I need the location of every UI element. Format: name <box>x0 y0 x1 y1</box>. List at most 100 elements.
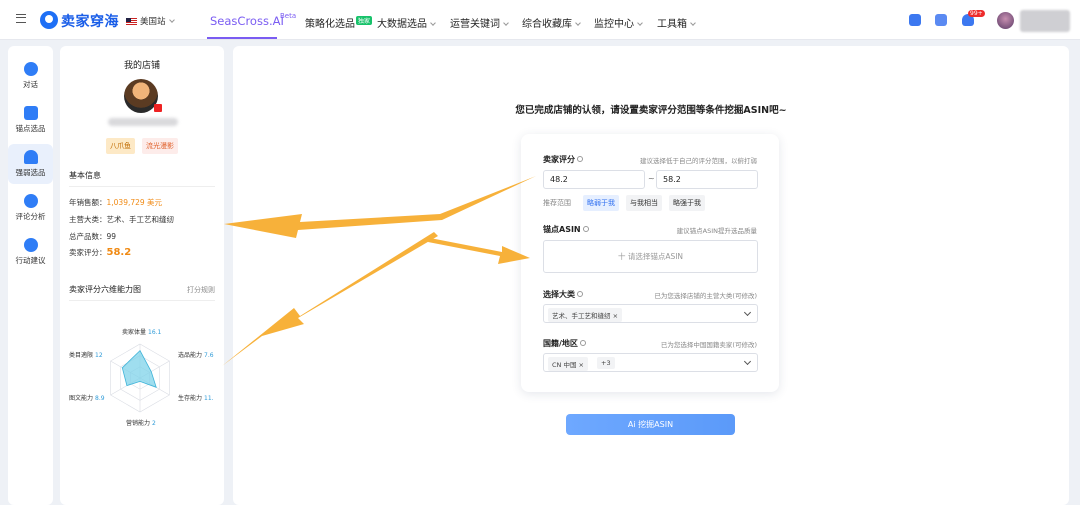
main-title: 您已完成店铺的认领，请设置卖家评分范围等条件挖掘ASIN吧~ <box>515 105 787 116</box>
nav-seascross-ai[interactable]: SeasCross.AI <box>210 14 284 28</box>
info-icon <box>582 226 589 232</box>
radar-axis-label: 生存能力 11. <box>178 395 214 402</box>
annual-sales: 年销售额：1,039,729 美元 <box>69 197 162 208</box>
nav-label: 监控中心 <box>594 19 634 30</box>
region-selector[interactable]: 美国站 <box>126 15 175 27</box>
anchor-icon <box>23 106 38 120</box>
divider <box>69 186 215 187</box>
notification-count-badge: 99+ <box>968 10 985 17</box>
score-max-input[interactable]: 58.2 <box>656 170 758 189</box>
store-name-blurred <box>108 118 178 126</box>
rail-label: 强弱选品 <box>15 168 46 177</box>
rail-item-comment-analysis[interactable]: 评论分析 <box>8 194 53 222</box>
nav-label: 运营关键词 <box>450 19 500 30</box>
logo-text[interactable]: 卖家穿海 <box>61 11 119 31</box>
rail-label: 对话 <box>23 80 38 89</box>
chevron-down-icon <box>168 17 175 23</box>
book-icon[interactable] <box>935 14 947 26</box>
seller-score-label: 卖家评分 <box>543 154 583 165</box>
radar-axis-label: 图文能力 8.9 <box>69 395 105 402</box>
nav-label: 策略化选品 <box>305 19 355 30</box>
nav-strategy-selection[interactable]: 策略化选品 独家 <box>305 15 373 30</box>
select-anchor-asin-button[interactable]: 十 请选择锚点ASIN <box>543 240 758 273</box>
nationality-chip[interactable]: CN 中国 × <box>548 357 588 371</box>
beta-badge: Beta <box>280 12 297 20</box>
more-chip: +3 <box>597 357 615 369</box>
store-title: 我的店铺 <box>123 61 160 71</box>
seller-score: 卖家评分：58.2 <box>69 247 131 258</box>
total-products: 总产品数：99 <box>69 232 117 241</box>
rail-item-anchor[interactable]: 锚点选品 <box>8 106 53 134</box>
nav-label: 大数据选品 <box>377 19 427 30</box>
option-weaker[interactable]: 略弱于我 <box>583 195 619 211</box>
radar-axis-label: 卖家体量 16.1 <box>122 329 162 336</box>
rail-item-strength[interactable]: 强弱选品 <box>8 144 53 184</box>
chevron-down-icon <box>503 20 509 26</box>
scoring-rules-link[interactable]: 打分规则 <box>187 285 215 295</box>
option-stronger[interactable]: 略强于我 <box>669 195 705 211</box>
radar-axis-label: 选品能力 7.6 <box>178 352 214 359</box>
logo-icon[interactable] <box>40 11 58 29</box>
nav-label: 工具箱 <box>657 19 687 30</box>
category-select[interactable]: 艺术、手工艺和缝纫 × <box>543 304 758 323</box>
annual-sales-label: 年销售额： <box>69 198 107 207</box>
action-icon <box>23 238 38 252</box>
chat-icon <box>23 62 38 76</box>
exclusive-badge: 独家 <box>356 16 373 25</box>
radar-chart: 卖家体量 16.1 选品能力 7.6 生存能力 11. 营销能力 2 图文能力 8.9 类… <box>60 316 224 427</box>
store-avatar <box>124 79 162 113</box>
rail-label: 评论分析 <box>15 212 46 221</box>
my-store-panel: 我的店铺 八爪鱼 流光漫影 基本信息 年销售额：1,039,729 美元 主营大… <box>60 46 224 505</box>
seller-score-hint: 建议选择低于自己的评分范围，以俯打弱 <box>640 157 757 165</box>
radar-axis-label: 类目適限 12 <box>69 352 103 359</box>
recommend-range-label: 推荐范围 <box>543 199 571 207</box>
top-bar: 卖家穿海 美国站 SeasCross.AI Beta 策略化选品 独家 大数据选品… <box>0 0 1080 40</box>
range-separator: ~ <box>648 174 655 183</box>
nav-big-data-selection[interactable]: 大数据选品 <box>377 15 436 30</box>
left-rail: 对话 锚点选品 强弱选品 评论分析 行动建议 <box>8 46 53 505</box>
divider <box>69 300 215 301</box>
category-chip[interactable]: 艺术、手工艺和缝纫 × <box>548 308 623 322</box>
annual-sales-value: 1,039,729 美元 <box>106 198 163 207</box>
nationality-select[interactable]: CN 中国 × +3 <box>543 353 758 372</box>
mine-asin-button[interactable]: Ai 挖掘ASIN <box>566 414 735 435</box>
user-avatar[interactable] <box>997 12 1014 29</box>
main-category: 主营大类：艺术、手工艺和缝纫 <box>69 215 174 224</box>
document-icon[interactable] <box>909 14 921 26</box>
seller-score-value: 58.2 <box>106 247 132 258</box>
nav-favorites[interactable]: 综合收藏库 <box>522 15 581 30</box>
chevron-down-icon <box>743 357 752 366</box>
nationality-label: 国籍/地区 <box>543 338 586 349</box>
menu-icon[interactable] <box>16 14 26 23</box>
comment-analysis-icon <box>23 194 38 208</box>
chevron-down-icon <box>430 20 436 26</box>
radar-axis-label: 营销能力 2 <box>126 420 156 427</box>
nationality-hint: 已为您选择中国国籍卖家(可修改) <box>660 341 757 349</box>
nav-label: 综合收藏库 <box>522 19 572 30</box>
nav-label: SeasCross.AI <box>210 14 284 28</box>
user-compare-icon <box>23 150 38 164</box>
option-equal[interactable]: 与我相当 <box>626 195 662 211</box>
rail-item-action[interactable]: 行动建议 <box>8 238 53 266</box>
nav-monitor[interactable]: 监控中心 <box>594 15 643 30</box>
info-icon <box>579 340 586 346</box>
rail-item-chat[interactable]: 对话 <box>8 62 53 90</box>
active-nav-underline <box>207 37 277 39</box>
score-min-input[interactable]: 48.2 <box>543 170 645 189</box>
info-icon <box>577 156 583 162</box>
anchor-asin-hint: 建议锚点ASIN提升选品质量 <box>676 227 757 235</box>
category-hint: 已为您选择店铺的主营大类(可修改) <box>654 292 757 300</box>
info-icon <box>577 291 583 297</box>
store-tag: 流光漫影 <box>142 138 178 154</box>
nav-toolbox[interactable]: 工具箱 <box>657 15 696 30</box>
user-name-blurred[interactable] <box>1020 10 1070 32</box>
category-label: 选择大类 <box>543 289 583 300</box>
filter-card: 卖家评分 建议选择低于自己的评分范围，以俯打弱 48.2 ~ 58.2 推荐范围… <box>521 134 779 392</box>
anchor-asin-label: 锚点ASIN <box>543 224 589 235</box>
chevron-down-icon <box>743 308 752 317</box>
chevron-down-icon <box>690 20 696 26</box>
radar-title: 卖家评分六维能力图 <box>69 285 141 294</box>
seller-score-label: 卖家评分： <box>69 248 107 257</box>
rail-label: 锚点选品 <box>15 124 46 133</box>
nav-keywords[interactable]: 运营关键词 <box>450 15 509 30</box>
